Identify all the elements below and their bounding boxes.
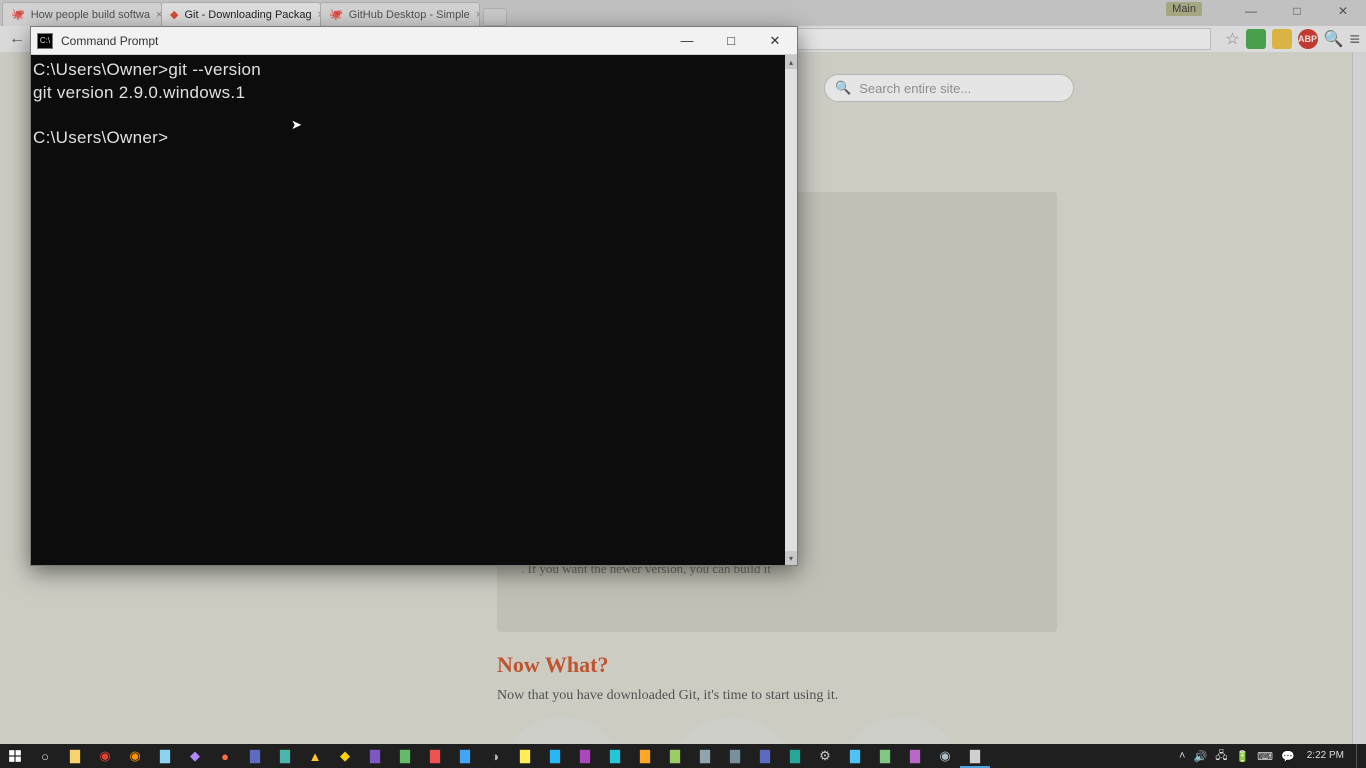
- app-icon[interactable]: ▇: [900, 744, 930, 768]
- taskbar-left: ○ ▇ ◉ ◉ ▇ ◆ ● ▇ ▇ ▲ ◆ ▇ ▇ ▇ ▇ ◑ ▇ ▇ ▇ ▇ …: [0, 744, 990, 768]
- taskbar-right: ˄ 🔊 🖧 🔋 ⌨ 💬 2:22 PM: [1179, 744, 1366, 768]
- cmd-app-icon: C:\: [37, 33, 53, 49]
- cmd-command: git --version: [168, 60, 261, 79]
- now-what-text: Now that you have downloaded Git, it's t…: [497, 688, 1057, 704]
- close-icon[interactable]: ×: [476, 9, 480, 21]
- browser-window-controls: — □ ✕: [1228, 0, 1366, 22]
- mouse-icon[interactable]: [667, 717, 797, 744]
- app-icon[interactable]: ▇: [510, 744, 540, 768]
- new-tab-button[interactable]: [483, 8, 507, 26]
- app-icon[interactable]: ▇: [690, 744, 720, 768]
- tab-strip: 🐙 How people build softwa × ◆ Git - Down…: [0, 0, 1366, 26]
- now-what-section: Now What? Now that you have downloaded G…: [497, 652, 1057, 704]
- extension-icon[interactable]: [1246, 29, 1266, 49]
- cmd-window-controls: — □ ✕: [665, 27, 797, 55]
- firefox-icon[interactable]: ◉: [120, 744, 150, 768]
- chrome-icon[interactable]: ◉: [90, 744, 120, 768]
- scroll-up-icon[interactable]: ▴: [785, 55, 797, 69]
- favicon-icon: 🐙: [329, 8, 343, 22]
- notepad-icon[interactable]: ▇: [150, 744, 180, 768]
- cmd-terminal-area[interactable]: C:\Users\Owner>git --version git version…: [31, 55, 785, 565]
- cmd-output: git version 2.9.0.windows.1: [33, 83, 245, 102]
- app-icon[interactable]: ▇: [750, 744, 780, 768]
- app-icon[interactable]: ▇: [570, 744, 600, 768]
- app-icon[interactable]: ◆: [330, 744, 360, 768]
- clock-time: 2:22 PM: [1307, 751, 1344, 761]
- app-icon[interactable]: ▇: [450, 744, 480, 768]
- app-icon[interactable]: ▲: [300, 744, 330, 768]
- site-search-input[interactable]: 🔍 Search entire site...: [824, 74, 1074, 102]
- scroll-track[interactable]: [785, 69, 797, 551]
- book-icon[interactable]: [497, 717, 627, 744]
- taskbar: ○ ▇ ◉ ◉ ▇ ◆ ● ▇ ▇ ▲ ◆ ▇ ▇ ▇ ▇ ◑ ▇ ▇ ▇ ▇ …: [0, 744, 1366, 768]
- star-icon[interactable]: ☆: [1225, 29, 1239, 49]
- tab-title: Git - Downloading Packag: [184, 9, 311, 21]
- app-icon[interactable]: ▇: [870, 744, 900, 768]
- app-icon[interactable]: ◆: [180, 744, 210, 768]
- cmd-prompt: C:\Users\Owner>: [33, 60, 168, 79]
- minimize-button[interactable]: —: [665, 27, 709, 55]
- now-what-circles: [497, 717, 967, 744]
- app-icon[interactable]: ▇: [660, 744, 690, 768]
- back-button[interactable]: ←: [6, 28, 28, 50]
- app-icon[interactable]: ▇: [720, 744, 750, 768]
- app-icon[interactable]: ▇: [420, 744, 450, 768]
- app-icon[interactable]: ●: [210, 744, 240, 768]
- page-scrollbar[interactable]: [1352, 52, 1366, 744]
- tray-up-icon[interactable]: ˄: [1179, 750, 1185, 762]
- now-what-heading: Now What?: [497, 652, 1057, 678]
- extension-icon[interactable]: [1272, 29, 1292, 49]
- app-icon[interactable]: ▇: [390, 744, 420, 768]
- app-icon[interactable]: ▇: [540, 744, 570, 768]
- volume-icon[interactable]: 🔊: [1193, 750, 1207, 763]
- abp-extension-icon[interactable]: ABP: [1298, 29, 1318, 49]
- close-button[interactable]: ✕: [753, 27, 797, 55]
- app-icon[interactable]: ▇: [780, 744, 810, 768]
- keyboard-icon[interactable]: ⌨: [1257, 750, 1273, 763]
- cmd-taskbar-icon[interactable]: ▇: [960, 744, 990, 768]
- scroll-down-icon[interactable]: ▾: [785, 551, 797, 565]
- close-button[interactable]: ✕: [1320, 0, 1366, 22]
- tab-title: How people build softwa: [31, 9, 150, 21]
- tab-github-desktop[interactable]: 🐙 GitHub Desktop - Simple ×: [320, 2, 480, 26]
- main-badge: Main: [1166, 2, 1202, 16]
- notifications-icon[interactable]: 💬: [1281, 750, 1295, 763]
- battery-icon[interactable]: 🔋: [1235, 750, 1249, 763]
- network-icon[interactable]: 🖧: [1215, 747, 1227, 766]
- cmd-scrollbar[interactable]: ▴ ▾: [785, 55, 797, 565]
- cmd-title-text: Command Prompt: [61, 34, 158, 48]
- command-prompt-window[interactable]: C:\ Command Prompt — □ ✕ C:\Users\Owner>…: [30, 26, 798, 566]
- favicon-icon: ◆: [170, 8, 178, 22]
- show-desktop-button[interactable]: [1356, 744, 1362, 768]
- clock[interactable]: 2:22 PM: [1303, 751, 1348, 761]
- start-button[interactable]: [0, 744, 30, 768]
- maximize-button[interactable]: □: [1274, 0, 1320, 22]
- app-icon[interactable]: ▇: [600, 744, 630, 768]
- tab-title: GitHub Desktop - Simple: [349, 9, 470, 21]
- search-icon: 🔍: [835, 80, 851, 96]
- search-placeholder: Search entire site...: [859, 81, 971, 96]
- tab-github-how-people[interactable]: 🐙 How people build softwa ×: [2, 2, 162, 26]
- file-explorer-icon[interactable]: ▇: [60, 744, 90, 768]
- minimize-button[interactable]: —: [1228, 0, 1274, 22]
- search-icon[interactable]: 🔍: [1324, 29, 1344, 49]
- cmd-body-wrap: C:\Users\Owner>git --version git version…: [31, 55, 797, 565]
- app-icon[interactable]: ◑: [480, 744, 510, 768]
- menu-icon[interactable]: ≡: [1349, 29, 1360, 50]
- settings-icon[interactable]: ⚙: [810, 744, 840, 768]
- app-icon[interactable]: ▇: [840, 744, 870, 768]
- app-icon[interactable]: ▇: [360, 744, 390, 768]
- app-icon[interactable]: ▇: [630, 744, 660, 768]
- tab-git-downloading[interactable]: ◆ Git - Downloading Packag ×: [161, 2, 321, 26]
- cmd-prompt: C:\Users\Owner>: [33, 128, 168, 147]
- maximize-button[interactable]: □: [709, 27, 753, 55]
- app-icon[interactable]: ▇: [240, 744, 270, 768]
- app-icon[interactable]: ▇: [270, 744, 300, 768]
- link-icon[interactable]: [837, 717, 967, 744]
- app-icon[interactable]: ◉: [930, 744, 960, 768]
- mouse-cursor-icon: ➤: [291, 117, 301, 131]
- cmd-titlebar[interactable]: C:\ Command Prompt — □ ✕: [31, 27, 797, 55]
- favicon-icon: 🐙: [11, 8, 25, 22]
- cortana-button[interactable]: ○: [30, 744, 60, 768]
